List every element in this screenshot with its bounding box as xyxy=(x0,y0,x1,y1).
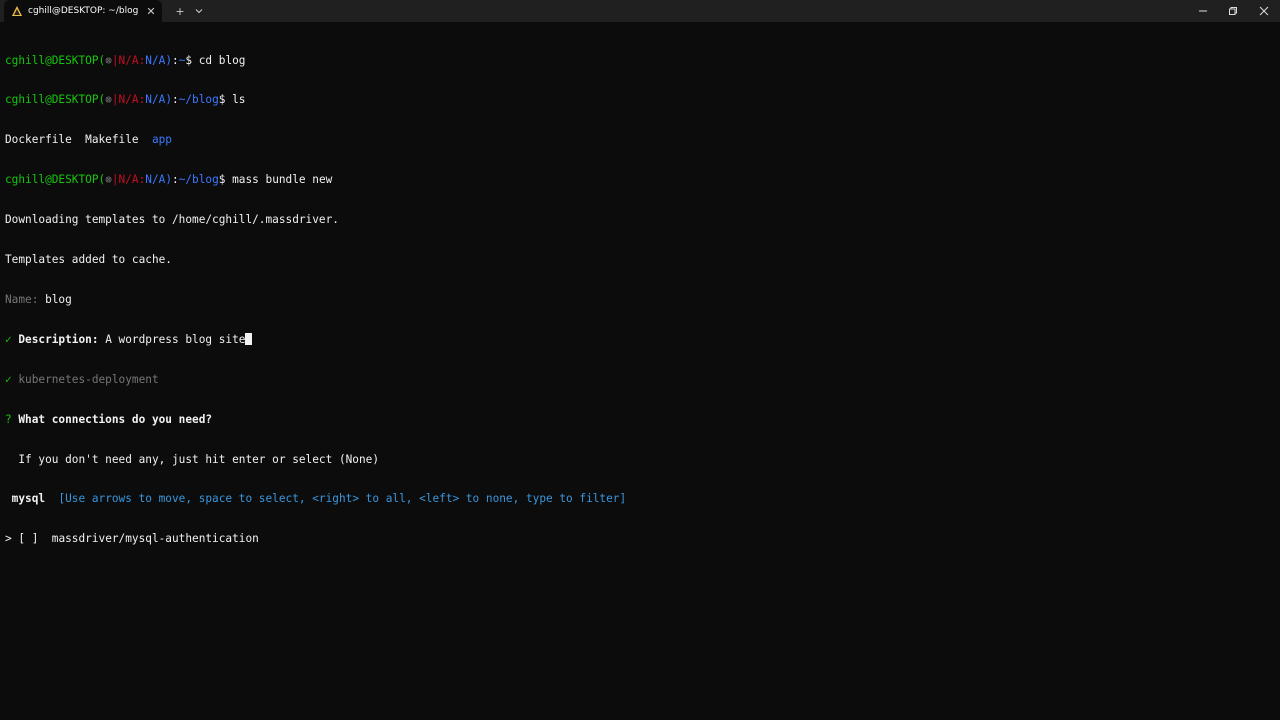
title-bar: cghill@DESKTOP: ~/blog ✕ + xyxy=(0,0,1280,22)
tab-title: cghill@DESKTOP: ~/blog xyxy=(28,6,139,16)
restore-button[interactable] xyxy=(1218,0,1248,22)
close-tab-button[interactable]: ✕ xyxy=(144,4,158,18)
tab-dropdown-button[interactable] xyxy=(191,3,207,19)
terminal-line: Dockerfile Makefile app xyxy=(5,133,172,147)
terminal-line: ? What connections do you need? xyxy=(5,412,213,426)
terminal-tab[interactable]: cghill@DESKTOP: ~/blog ✕ xyxy=(4,0,162,22)
terminal-line: Downloading templates to /home/cghill/.m… xyxy=(5,213,339,227)
minimize-icon xyxy=(1199,10,1207,12)
terminal-line: cghill@DESKTOP(⊗|N/A:N/A):~$ cd blog xyxy=(5,53,246,67)
new-tab-button[interactable]: + xyxy=(172,3,188,19)
terminal-line: Templates added to cache. xyxy=(5,253,172,267)
close-window-button[interactable] xyxy=(1249,0,1279,22)
selection-option[interactable]: > [ ] massdriver/mysql-authentication xyxy=(5,532,1275,545)
restore-icon xyxy=(1229,7,1237,15)
close-icon xyxy=(1259,6,1269,16)
terminal-line: ✓ Description: A wordpress blog site xyxy=(5,332,1275,346)
chevron-down-icon xyxy=(195,9,203,14)
terminal-line: mysql [Use arrows to move, space to sele… xyxy=(5,492,627,506)
terminal-line: If you don't need any, just hit enter or… xyxy=(5,452,380,466)
terminal-output[interactable]: cghill@DESKTOP(⊗|N/A:N/A):~$ cd blog cgh… xyxy=(5,27,1275,715)
terminal-line: Name: blog xyxy=(5,292,72,306)
checkbox[interactable]: [ ] xyxy=(18,532,38,545)
terminal-line: cghill@DESKTOP(⊗|N/A:N/A):~/blog$ ls xyxy=(5,93,246,107)
terminal-line: cghill@DESKTOP(⊗|N/A:N/A):~/blog$ mass b… xyxy=(5,173,333,187)
terminal-icon xyxy=(12,6,22,16)
terminal-line: ✓ kubernetes-deployment xyxy=(5,372,159,386)
text-cursor xyxy=(245,332,253,345)
minimize-button[interactable] xyxy=(1188,0,1218,22)
